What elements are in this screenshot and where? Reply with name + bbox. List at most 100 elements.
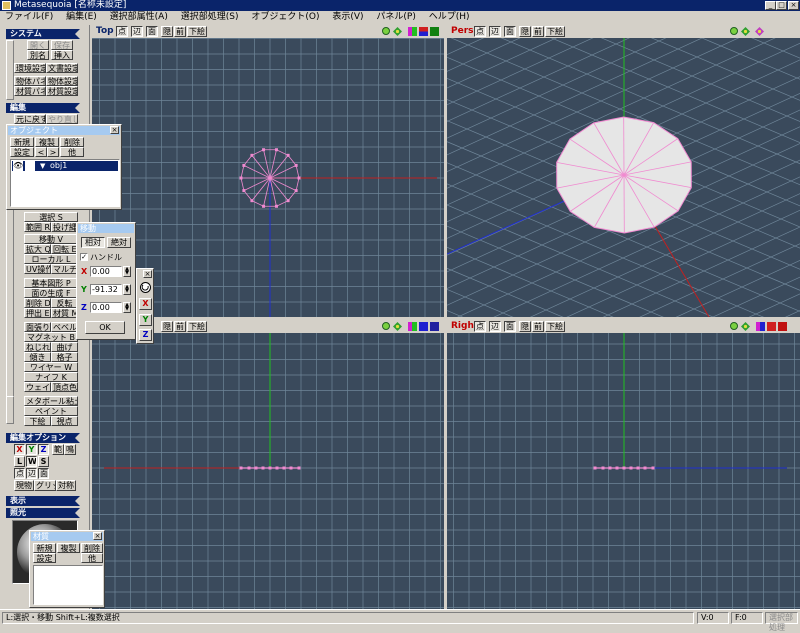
y-spinner[interactable]: ▲▼ [123,284,131,295]
split-view-icon[interactable] [419,27,428,36]
select-tool-button[interactable]: 選択 S [24,212,78,222]
save-as-button[interactable]: 別名 [27,50,49,60]
twist-tool-button[interactable]: ねじれ [24,342,51,352]
axis-y-toggle[interactable]: Y [26,444,37,455]
viewport-pers-underlay-button[interactable]: 下絵 [545,26,565,37]
material-duplicate-button[interactable]: 複製 [57,543,80,553]
light-header[interactable]: 照光 [6,508,80,518]
weight-tool-button[interactable]: ウェイト [24,382,51,392]
vertex-color-tool-button[interactable]: 頂点色 [51,382,78,392]
extrude-tool-button[interactable]: 押出 E [24,308,51,318]
object-settings-button[interactable]: 物体設定 [46,76,78,86]
object-list-item[interactable]: 👁 ▼ obj1 [12,161,118,171]
lasso-tool-button[interactable]: 投げ縄 [51,222,78,232]
viewport-right-hidden-button[interactable]: 隠 [519,321,531,332]
menu-edit[interactable]: 編集(E) [61,11,102,24]
open-button[interactable]: 開く [27,40,49,50]
viewport-front-front-button[interactable]: 前 [174,321,186,332]
close-button[interactable]: × [788,1,799,10]
material-panel-button[interactable]: 材質パネル [14,86,46,96]
menu-selection-attr[interactable]: 選択部属性(A) [105,11,173,24]
viewport-pers-vertex-button[interactable]: 点 [474,26,486,37]
viewport-top-front-button[interactable]: 前 [174,26,186,37]
viewport-right[interactable]: Right 点 辺 面 隠 前 下絵 [447,320,800,609]
axis-x-toggle[interactable]: X [14,444,25,455]
viewport-right-canvas[interactable] [447,333,800,609]
viewpoint-tool-button[interactable]: 視点 [51,416,78,426]
bend-tool-button[interactable]: 曲げ [51,342,78,352]
minimize-button[interactable]: _ [765,1,776,10]
split-view-icon[interactable] [419,322,428,331]
material-window-close-button[interactable]: × [93,532,102,540]
lock-toggle[interactable] [25,161,35,171]
color-view-icon[interactable] [408,322,417,331]
material-list[interactable] [33,565,103,605]
viewport-top-edge-button[interactable]: 辺 [131,26,143,37]
menu-view[interactable]: 表示(V) [327,11,368,24]
zoom-icon[interactable] [382,27,391,36]
range-tool-button[interactable]: 範囲 R [24,222,51,232]
face-mode-toggle[interactable]: 面 [38,468,49,479]
handle-checkbox[interactable]: ✓ [80,253,88,261]
flip-tool-button[interactable]: 反転 [51,298,78,308]
multi-tool-button[interactable]: マルチ [51,264,78,274]
axis-y-button[interactable]: Y [139,314,152,326]
object-list[interactable]: 👁 ▼ obj1 [10,159,120,207]
viewport-perspective-canvas[interactable] [447,38,800,317]
material-new-button[interactable]: 新規 [33,543,56,553]
face-gen-tool-button[interactable]: 面の生成 F [24,288,78,298]
local-tool-button[interactable]: ローカル L [24,254,78,264]
axis-window-close-button[interactable]: × [143,270,152,278]
uv-tool-button[interactable]: UV操作 U [24,264,51,274]
delete-tool-button[interactable]: 削除 D [24,298,51,308]
viewport-top-underlay-button[interactable]: 下絵 [187,26,207,37]
object-next-button[interactable]: > [47,147,59,157]
move-tool-button[interactable]: 移動 V [24,234,78,244]
current-object-toggle[interactable]: 現物 [14,480,34,491]
menu-selection-proc[interactable]: 選択部処理(S) [176,11,244,24]
system-side-tab[interactable] [6,40,14,100]
material-other-button[interactable]: 他 [81,553,103,563]
split-view-icon[interactable] [767,322,776,331]
x-spinner[interactable]: ▲▼ [123,266,131,277]
object-delete-button[interactable]: 削除 [60,137,84,147]
y-value-input[interactable] [90,284,122,295]
viewport-front-underlay-button[interactable]: 下絵 [187,321,207,332]
viewport-right-face-button[interactable]: 面 [504,321,516,332]
undo-button[interactable]: 元に戻す [14,114,46,124]
viewport-front-canvas[interactable] [92,333,444,609]
object-duplicate-button[interactable]: 複製 [35,137,59,147]
vertex-mode-toggle[interactable]: 点 [14,468,25,479]
viewport-perspective[interactable]: Pers 点 辺 面 隠 前 下絵 [447,25,800,317]
knife-tool-button[interactable]: ナイフ K [24,372,78,382]
material-settings-button[interactable]: 設定 [33,553,56,563]
viewport-top-face-button[interactable]: 面 [146,26,158,37]
edit-options-header[interactable]: 編集オプション [6,433,80,443]
primitive-tool-button[interactable]: 基本図形 P [24,278,78,288]
zoom-icon[interactable] [730,322,739,331]
tools-side-tab[interactable] [6,206,14,400]
lean-tool-button[interactable]: 傾き [24,352,51,362]
menu-file[interactable]: ファイル(F) [0,11,58,24]
z-value-input[interactable] [90,302,122,313]
zoom-icon[interactable] [382,322,391,331]
extra-side-tab[interactable] [6,396,14,424]
local-toggle[interactable]: L [14,456,25,467]
viewport-pers-face-button[interactable]: 面 [504,26,516,37]
rotate-view-icon[interactable] [755,27,764,36]
material-settings-button[interactable]: 材質設定 [46,86,78,96]
grid-toggle[interactable]: グリッド [34,480,56,491]
system-header[interactable]: システム [6,29,80,39]
viewport-pers-front-button[interactable]: 前 [532,26,544,37]
paint-tool-button[interactable]: ペイント [24,406,78,416]
object-panel-button[interactable]: 物体パネル [14,76,46,86]
magnet-tool-button[interactable]: マグネット B [24,332,78,342]
rotate-tool-button[interactable]: 回転 E [51,244,78,254]
object-new-button[interactable]: 新規 [10,137,34,147]
metaball-tool-button[interactable]: メタボール粘土 [24,396,78,406]
doc-settings-button[interactable]: 文書設定 [46,63,78,73]
viewport-pers-hidden-button[interactable]: 隠 [519,26,531,37]
pan-icon[interactable] [393,322,402,331]
pan-icon[interactable] [741,27,750,36]
lattice-tool-button[interactable]: 格子 [51,352,78,362]
